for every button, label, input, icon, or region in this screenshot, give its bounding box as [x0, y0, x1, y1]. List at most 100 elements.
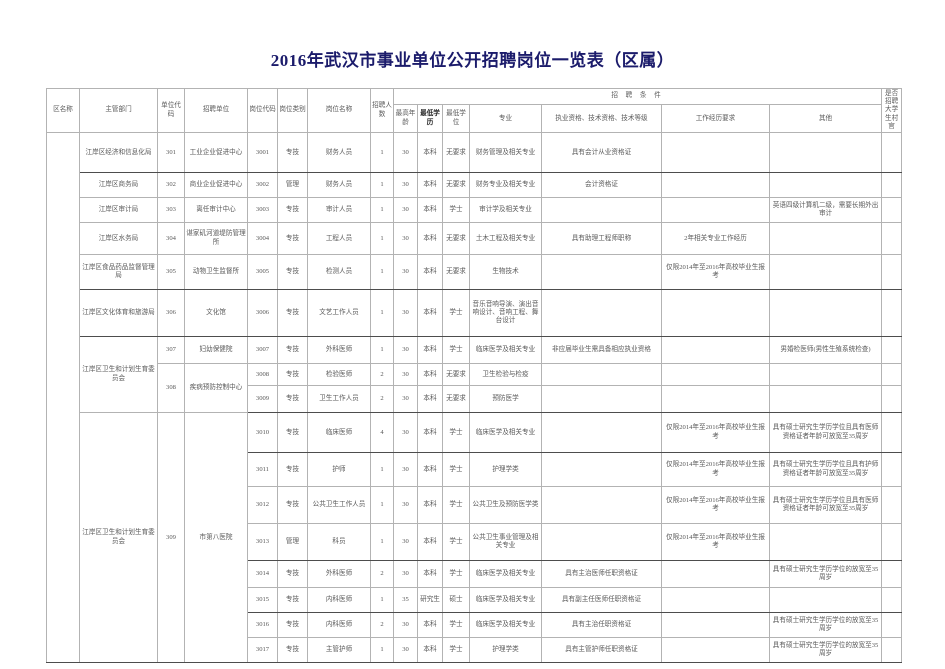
cell-post-name: 财务人员 — [307, 172, 371, 199]
cell-post-type: 管理 — [277, 523, 308, 562]
cell-max-age: 30 — [393, 637, 418, 664]
cell-post-type: 专技 — [277, 254, 308, 291]
recruitment-table: 区名称 主管部门 单位代码 招聘单位 岗位代码 岗位类别 岗位名称 招聘人数 招… — [46, 87, 903, 664]
cell-max-age: 30 — [393, 289, 418, 338]
table-row: 江岸区商务局 302 商业企业促进中心 3002 管理 财务人员 1 30 本科 无要求 财务专业及… — [47, 172, 903, 199]
cell-post-type: 专技 — [277, 197, 308, 224]
cell-headcount: 2 — [370, 612, 394, 639]
page-title: 2016年武汉市事业单位公开招聘岗位一览表（区属） — [270, 51, 675, 70]
cell-experience — [661, 612, 770, 639]
cell-min-edu: 本科 — [417, 289, 443, 338]
cell-major: 护理学类 — [469, 452, 542, 488]
cell-experience — [661, 587, 770, 614]
cell-village-official — [881, 132, 903, 174]
cell-min-degree: 学士 — [442, 412, 470, 454]
cell-post-type: 专技 — [277, 637, 308, 664]
cell-post-name: 内科医师 — [307, 587, 371, 614]
cell-headcount: 1 — [370, 172, 394, 199]
table-row: 江岸区经济和信息化局 301 工业企业促进中心 3001 专技 财务人员 1 30 本科 无要求财… — [46, 132, 903, 664]
col-header-min-degree: 最低学位 — [442, 104, 470, 134]
cell-min-edu: 本科 — [417, 336, 443, 365]
cell-experience: 仅限2014年至2016年高校毕业生报考 — [661, 523, 770, 562]
cell-unit-code: 305 — [157, 254, 185, 291]
cell-qualification: 具有会计从业资格证 — [541, 132, 662, 174]
cell-max-age: 30 — [393, 254, 418, 291]
cell-village-official — [881, 336, 903, 365]
header-group-row: 区名称 主管部门 单位代码 招聘单位 岗位代码 岗位类别 岗位名称 招聘人数 招… — [46, 87, 903, 134]
cell-post-code: 3009 — [247, 385, 278, 414]
cell-qualification: 具有副主任医师任职资格证 — [541, 587, 662, 614]
cell-headcount: 1 — [370, 289, 394, 338]
cell-min-degree: 无要求 — [442, 254, 470, 291]
cell-post-code: 3017 — [247, 637, 278, 664]
col-header-unit: 招聘单位 — [184, 87, 248, 134]
cell-post-name: 文艺工作人员 — [307, 289, 371, 338]
col-header-group-conditions: 招 聘 条 件 — [392, 87, 883, 106]
cell-village-official — [881, 560, 903, 589]
cell-experience — [661, 637, 770, 664]
table-row: 江岸区卫生和计划生育委员会 309 市第八医院 3010 专技 临床医师 4 30 本科 学士 临床… — [47, 412, 903, 664]
cell-min-edu: 本科 — [417, 222, 443, 256]
cell-village-official — [881, 197, 903, 224]
cell-post-code: 3016 — [247, 612, 278, 639]
cell-min-edu: 本科 — [417, 254, 443, 291]
cell-post-code: 3002 — [247, 172, 278, 199]
table-row: 江岸区卫生和计划生育委员会 307 妇幼保健院 3007 专技 外科医师 1 30 本科 学士 临床… — [47, 336, 903, 414]
table-row: 308 疾病预防控制中心 3008 专技 检验医师 2 30 本科 无要求 卫生检验与检疫 — [47, 363, 903, 414]
cell-other: 英语四级计算机二级，需要长期外出审计 — [768, 197, 883, 224]
cell-max-age: 30 — [393, 172, 418, 199]
cell-post-code: 3010 — [247, 412, 278, 454]
cell-qualification: 具有主治任职资格证 — [541, 612, 662, 639]
cell-max-age: 30 — [393, 560, 418, 589]
cell-village-official — [881, 452, 903, 488]
cell-post-code: 3006 — [247, 289, 278, 338]
cell-max-age: 30 — [393, 412, 418, 454]
cell-min-edu: 本科 — [417, 560, 443, 589]
cell-min-degree: 无要求 — [442, 132, 470, 174]
cell-qualification — [541, 385, 662, 414]
cell-other — [768, 254, 883, 291]
cell-dept: 江岸区食品药品监督管理局 — [79, 254, 158, 291]
cell-min-edu: 本科 — [417, 412, 443, 454]
cell-post-name: 财务人员 — [307, 132, 371, 174]
cell-min-degree: 学士 — [442, 486, 470, 525]
cell-post-name: 卫生工作人员 — [307, 385, 371, 414]
cell-post-code: 3014 — [247, 560, 278, 589]
table-row: 江岸区文化体育和旅游局 306 文化馆 3006 专技 文艺工作人员 1 30 本科 学士 音乐音响… — [47, 289, 903, 338]
cell-unit-code: 306 — [157, 289, 185, 338]
cell-post-name: 检测人员 — [307, 254, 371, 291]
cell-post-type: 专技 — [277, 612, 308, 639]
cell-major: 土木工程及相关专业 — [469, 222, 542, 256]
cell-dept: 江岸区水务局 — [79, 222, 158, 256]
cell-major: 临床医学及相关专业 — [469, 336, 542, 365]
cell-min-edu: 研究生 — [417, 587, 443, 614]
cell-experience — [661, 197, 770, 224]
cell-other — [768, 132, 883, 174]
cell-post-code: 3013 — [247, 523, 278, 562]
cell-qualification: 具有主管护师任职资格证 — [541, 637, 662, 664]
cell-min-degree: 学士 — [442, 289, 470, 338]
cell-unit: 市第八医院 — [184, 412, 248, 664]
cell-min-edu: 本科 — [417, 132, 443, 174]
cell-max-age: 30 — [393, 486, 418, 525]
cell-post-type: 专技 — [277, 222, 308, 256]
cell-min-degree: 学士 — [442, 637, 470, 664]
cell-unit-code: 304 — [157, 222, 185, 256]
cell-qualification — [541, 197, 662, 224]
cell-unit-code: 307 — [157, 336, 185, 365]
cell-post-code: 3004 — [247, 222, 278, 256]
cell-experience — [661, 560, 770, 589]
cell-other: 男婚检医师(男性生殖系统检查) — [768, 336, 883, 365]
cell-other: 具有硕士研究生学历学位的放宽至35周岁 — [768, 637, 883, 664]
table-row: 江岸区水务局 304 谌家矶河道堤防管理所 3004 专技 工程人员 1 30 本科 无要求 土木工… — [47, 222, 903, 256]
cell-unit: 离任审计中心 — [184, 197, 248, 224]
cell-post-code: 3005 — [247, 254, 278, 291]
cell-qualification: 非应届毕业生需具备相应执业资格 — [541, 336, 662, 365]
cell-qualification — [541, 412, 662, 454]
cell-dept: 江岸区审计局 — [79, 197, 158, 224]
cell-dept: 江岸区卫生和计划生育委员会 — [79, 412, 158, 664]
cell-unit: 商业企业促进中心 — [184, 172, 248, 199]
cell-dept: 江岸区卫生和计划生育委员会 — [79, 336, 158, 414]
cell-village-official — [881, 222, 903, 256]
cell-min-degree: 无要求 — [442, 222, 470, 256]
